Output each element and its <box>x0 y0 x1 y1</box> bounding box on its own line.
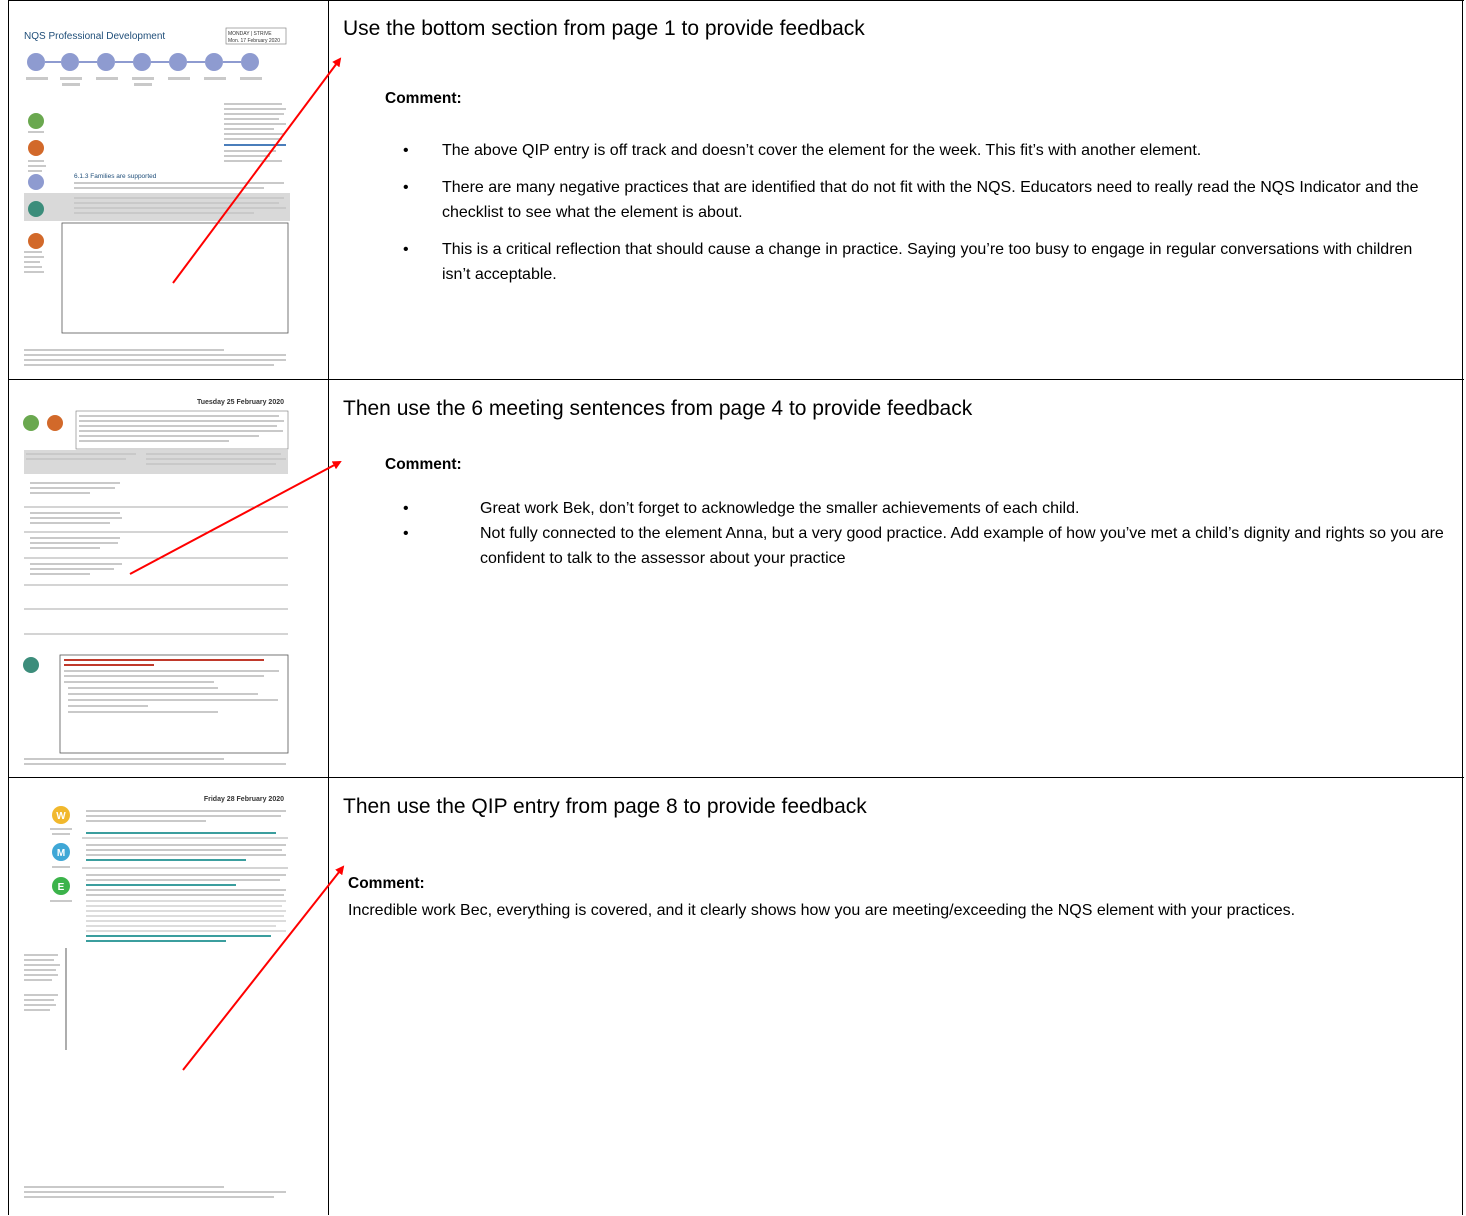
comment-label-1: Comment: <box>385 90 462 107</box>
table-row-3: Friday 28 February 2020 W M E Then use t… <box>8 777 1464 1215</box>
comment-label-3: Comment: <box>348 875 425 892</box>
comment-list-1: The above QIP entry is off track and doe… <box>370 138 1440 299</box>
thumb-date-line2: Mon. 17 February 2020 <box>228 38 280 44</box>
comment-bullet: Great work Bek, don’t forget to acknowle… <box>370 496 1460 521</box>
row-heading-1: Use the bottom section from page 1 to pr… <box>343 17 865 40</box>
page-thumbnail-1: NQS Professional Development MONDAY | ST… <box>16 15 326 371</box>
thumb-date: Tuesday 25 February 2020 <box>197 399 284 406</box>
feedback-cell-3: Then use the QIP entry from page 8 to pr… <box>333 778 1456 1216</box>
feedback-cell-1: Use the bottom section from page 1 to pr… <box>333 1 1456 380</box>
row-divider <box>328 1 329 379</box>
page-thumbnail-2: Tuesday 25 February 2020 <box>16 390 326 770</box>
comment-bullet: The above QIP entry is off track and doe… <box>370 138 1440 163</box>
badge-e-letter: E <box>58 882 65 893</box>
badge-m-letter: M <box>57 848 65 859</box>
comment-bullet: There are many negative practices that a… <box>370 175 1440 225</box>
row-divider <box>328 778 329 1215</box>
comment-bullet: Not fully connected to the element Anna,… <box>370 521 1460 571</box>
row-heading-3: Then use the QIP entry from page 8 to pr… <box>343 795 867 818</box>
thumb-element-heading: 6.1.3 Families are supported <box>74 173 157 180</box>
row-border-right <box>1462 380 1463 777</box>
row-heading-2: Then use the 6 meeting sentences from pa… <box>343 397 973 420</box>
comment-list-2: Great work Bek, don’t forget to acknowle… <box>370 496 1460 583</box>
thumb-date-line1: MONDAY | STRIVE <box>228 31 272 37</box>
feedback-table: NQS Professional Development MONDAY | ST… <box>8 0 1464 1215</box>
thumbnail-page-8: Friday 28 February 2020 W M E <box>24 796 288 1198</box>
thumbnail-page-4: Tuesday 25 February 2020 <box>23 399 289 765</box>
table-row-2: Tuesday 25 February 2020 Then use the 6 … <box>8 379 1464 777</box>
comment-paragraph-3: Incredible work Bec, everything is cover… <box>348 902 1296 919</box>
row-border-left <box>8 1 9 379</box>
row-divider <box>328 380 329 777</box>
row-border-right <box>1462 1 1463 379</box>
comment-bullet: This is a critical reflection that shoul… <box>370 237 1440 287</box>
comment-label-2: Comment: <box>385 456 462 473</box>
row-border-right <box>1462 778 1463 1215</box>
table-row-1: NQS Professional Development MONDAY | ST… <box>8 0 1464 379</box>
feedback-cell-2: Then use the 6 meeting sentences from pa… <box>333 380 1456 778</box>
row-border-left <box>8 778 9 1215</box>
badge-w-letter: W <box>56 811 66 822</box>
thumb-date: Friday 28 February 2020 <box>204 796 284 803</box>
row-border-left <box>8 380 9 777</box>
page-thumbnail-3: Friday 28 February 2020 W M E <box>16 788 326 1208</box>
thumbnail-page-1: NQS Professional Development MONDAY | ST… <box>24 27 290 366</box>
workflow-icons <box>27 53 259 71</box>
thumb-title: NQS Professional Development <box>24 31 165 42</box>
